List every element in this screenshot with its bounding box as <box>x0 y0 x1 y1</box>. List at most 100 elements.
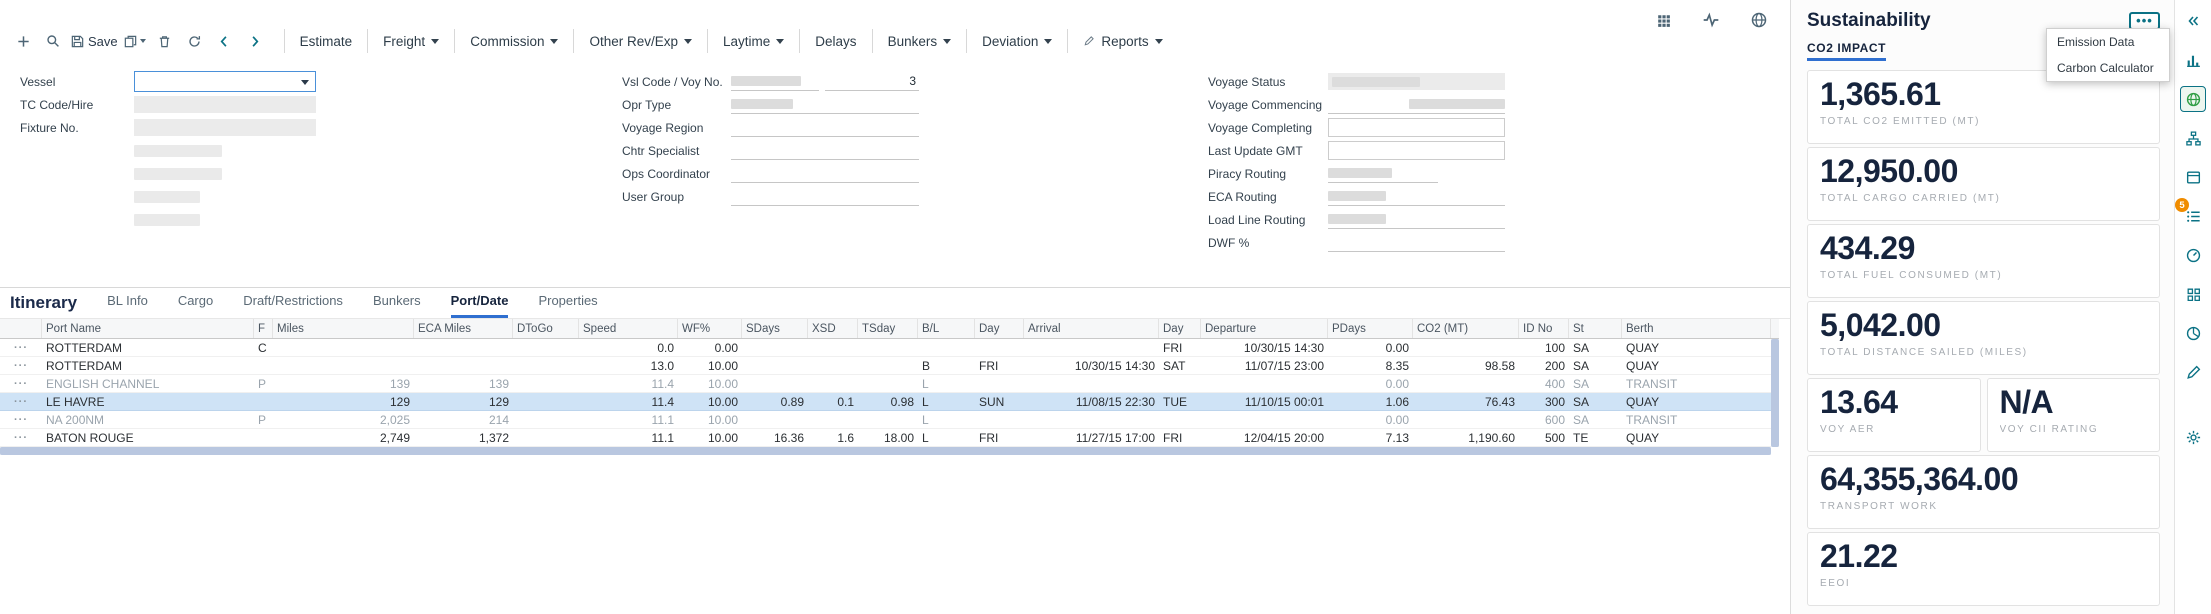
gauge-button[interactable] <box>2180 242 2206 268</box>
vertical-scrollbar[interactable] <box>1771 339 1779 447</box>
pie-chart-button[interactable] <box>2180 320 2206 346</box>
save-button[interactable]: Save <box>70 28 118 54</box>
menu-item-estimate[interactable]: Estimate <box>285 29 368 53</box>
piracy-routing-field[interactable] <box>1328 164 1438 183</box>
voyage-region-field[interactable] <box>731 118 919 137</box>
column-header-berth[interactable]: Berth <box>1622 319 1771 338</box>
sustainability-button[interactable] <box>2180 86 2206 112</box>
column-header-co2-mt[interactable]: CO2 (MT) <box>1413 319 1519 338</box>
settings-button[interactable] <box>2180 424 2206 450</box>
collapse-rail-button[interactable] <box>2180 8 2206 34</box>
row-menu-button[interactable]: ··· <box>0 342 42 354</box>
row-menu-button[interactable]: ··· <box>0 360 42 372</box>
scrollbar-thumb[interactable] <box>1771 339 1779 447</box>
column-header-pdays[interactable]: PDays <box>1328 319 1413 338</box>
chtr-specialist-field[interactable] <box>731 141 919 160</box>
row-menu-button[interactable]: ··· <box>0 432 42 444</box>
column-header-st[interactable]: St <box>1569 319 1622 338</box>
forward-button[interactable] <box>242 28 268 54</box>
voyage-completing-field[interactable] <box>1328 118 1505 137</box>
delete-button[interactable] <box>152 28 178 54</box>
column-header-id-no[interactable]: ID No <box>1519 319 1569 338</box>
column-header-sdays[interactable]: SDays <box>742 319 808 338</box>
column-header-xsd[interactable]: XSD <box>808 319 858 338</box>
menu-item-other-rev-exp[interactable]: Other Rev/Exp <box>573 29 707 53</box>
row-menu-button[interactable]: ··· <box>0 414 42 426</box>
menu-item-delays[interactable]: Delays <box>799 29 871 53</box>
sitemap-button[interactable] <box>2180 125 2206 151</box>
tab-bl-info[interactable]: BL Info <box>107 293 148 318</box>
menu-item-reports[interactable]: Reports <box>1067 29 1177 53</box>
cell-berth: QUAY <box>1622 395 1771 409</box>
tab-cargo[interactable]: Cargo <box>178 293 213 318</box>
card-view-button[interactable] <box>2180 164 2206 190</box>
menu-item-bunkers[interactable]: Bunkers <box>872 29 967 53</box>
new-button[interactable] <box>10 28 36 54</box>
ops-coordinator-field[interactable] <box>731 164 919 183</box>
column-header-dtogo[interactable]: DToGo <box>513 319 579 338</box>
tab-port-date[interactable]: Port/Date <box>451 293 509 318</box>
tab-properties[interactable]: Properties <box>538 293 597 318</box>
vessel-select[interactable] <box>134 71 316 92</box>
column-header-day[interactable]: Day <box>1159 319 1201 338</box>
tab-draft-restrictions[interactable]: Draft/Restrictions <box>243 293 343 318</box>
user-group-field[interactable] <box>731 187 919 206</box>
horizontal-scrollbar[interactable] <box>0 447 1771 455</box>
tab-bunkers[interactable]: Bunkers <box>373 293 421 318</box>
column-header-miles[interactable]: Miles <box>273 319 414 338</box>
table-row[interactable]: ···ROTTERDAMC0.00.00FRI10/30/15 14:300.0… <box>0 339 1779 357</box>
column-header-b-l[interactable]: B/L <box>918 319 975 338</box>
table-row[interactable]: ···ROTTERDAM13.010.00BFRI10/30/15 14:30S… <box>0 357 1779 375</box>
load-line-routing-field[interactable] <box>1328 210 1505 229</box>
fixture-no-field[interactable] <box>134 119 316 136</box>
row-menu-button[interactable]: ··· <box>0 396 42 408</box>
menu-item-freight[interactable]: Freight <box>367 29 454 53</box>
grid-button[interactable] <box>1650 7 1676 33</box>
cell-port-name: ROTTERDAM <box>42 341 254 355</box>
placeholder-block <box>134 145 222 157</box>
column-header-departure[interactable]: Departure <box>1201 319 1328 338</box>
qr-grid-button[interactable] <box>2180 281 2206 307</box>
table-row[interactable]: ···NA 200NMP2,02521411.110.00L0.00600SAT… <box>0 411 1779 429</box>
cell-port-name: NA 200NM <box>42 413 254 427</box>
tab-co2-impact[interactable]: CO2 IMPACT <box>1807 41 1886 61</box>
column-header-tsday[interactable]: TSday <box>858 319 918 338</box>
task-list-button[interactable]: 5 <box>2180 203 2206 229</box>
column-header-f[interactable]: F <box>254 319 273 338</box>
menu-item-emission-data[interactable]: Emission Data <box>2047 29 2169 55</box>
table-row[interactable]: ···LE HAVRE12912911.410.000.890.10.98LSU… <box>0 393 1779 411</box>
column-header-wf[interactable]: WF% <box>678 319 742 338</box>
menu-item-laytime[interactable]: Laytime <box>707 29 799 53</box>
column-header-arrival[interactable]: Arrival <box>1024 319 1159 338</box>
column-header-eca-miles[interactable]: ECA Miles <box>414 319 513 338</box>
table-row[interactable]: ···BATON ROUGE2,7491,37211.110.0016.361.… <box>0 429 1779 447</box>
edit-button[interactable] <box>2180 359 2206 385</box>
opr-type-field[interactable] <box>731 95 919 114</box>
bar-chart-button[interactable] <box>2180 47 2206 73</box>
menu-item-deviation[interactable]: Deviation <box>966 29 1067 53</box>
voyage-commencing-field[interactable] <box>1328 95 1505 114</box>
copy-button[interactable] <box>122 28 148 54</box>
globe-button[interactable] <box>1746 7 1772 33</box>
scrollbar-thumb[interactable] <box>0 447 1771 455</box>
dwf-field[interactable] <box>1328 233 1505 252</box>
activity-button[interactable] <box>1698 7 1724 33</box>
column-header-day[interactable]: Day <box>975 319 1024 338</box>
panel-title: Sustainability <box>1807 10 1931 32</box>
table-row[interactable]: ···ENGLISH CHANNELP13913911.410.00L0.004… <box>0 375 1779 393</box>
menu-item-label: Bunkers <box>888 34 938 49</box>
search-button[interactable] <box>40 28 66 54</box>
refresh-button[interactable] <box>182 28 208 54</box>
voy-no-field[interactable]: 3 <box>825 72 919 91</box>
vsl-code-field[interactable] <box>731 72 819 91</box>
column-header-port-name[interactable]: Port Name <box>42 319 254 338</box>
last-update-gmt-field[interactable] <box>1328 141 1505 160</box>
menu-item-carbon-calculator[interactable]: Carbon Calculator <box>2047 55 2169 81</box>
back-button[interactable] <box>212 28 238 54</box>
row-menu-button[interactable]: ··· <box>0 378 42 390</box>
cell-berth: TRANSIT <box>1622 413 1771 427</box>
menu-item-commission[interactable]: Commission <box>454 29 573 53</box>
eca-routing-field[interactable] <box>1328 187 1505 206</box>
tc-code-hire-field[interactable] <box>134 96 316 113</box>
column-header-speed[interactable]: Speed <box>579 319 678 338</box>
